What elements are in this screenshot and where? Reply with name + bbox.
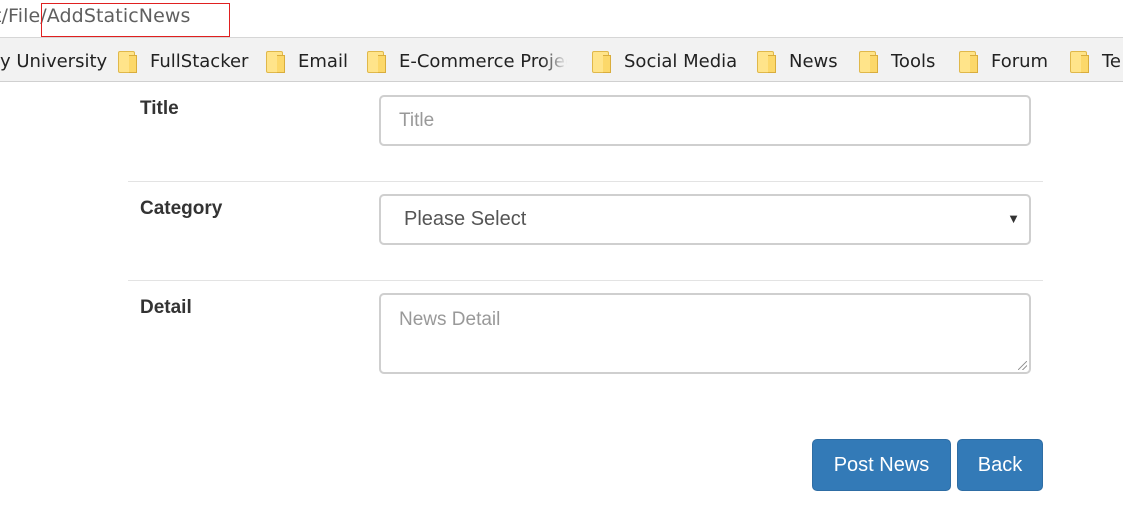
- bookmarks-bar: y University FullStacker Email E-Commerc…: [0, 37, 1123, 82]
- back-button[interactable]: Back: [957, 439, 1043, 491]
- bookmark-label: News: [789, 50, 838, 72]
- category-select[interactable]: Please Select ▼: [379, 194, 1031, 245]
- address-bar[interactable]: t/File/AddStaticNews: [0, 0, 1123, 37]
- resize-handle-icon[interactable]: [1018, 361, 1027, 370]
- folder-icon: [367, 51, 386, 73]
- folder-icon: [757, 51, 776, 73]
- post-news-button[interactable]: Post News: [812, 439, 951, 491]
- title-input[interactable]: Title: [379, 95, 1031, 146]
- bookmark-label: Te: [1102, 50, 1122, 72]
- bookmark-ecommerce[interactable]: E-Commerce Projec: [367, 49, 567, 73]
- title-placeholder: Title: [399, 109, 435, 131]
- bookmark-email[interactable]: Email: [266, 49, 348, 73]
- page: t/File/AddStaticNews y University FullSt…: [0, 0, 1123, 512]
- title-label: Title: [140, 98, 179, 119]
- detail-textarea[interactable]: News Detail: [379, 293, 1031, 374]
- row-divider: [128, 280, 1043, 281]
- folder-icon: [859, 51, 878, 73]
- bookmark-label: FullStacker: [150, 50, 249, 72]
- bookmark-label: y University: [0, 50, 108, 72]
- detail-label: Detail: [140, 297, 192, 318]
- category-label: Category: [140, 198, 223, 219]
- bookmark-university[interactable]: y University: [0, 49, 107, 73]
- folder-icon: [266, 51, 285, 73]
- folder-icon: [592, 51, 611, 73]
- bookmark-label: E-Commerce Projec: [399, 50, 567, 72]
- bookmark-fullstacker[interactable]: FullStacker: [118, 49, 248, 73]
- url-highlight-box: [41, 3, 230, 37]
- folder-icon: [118, 51, 137, 73]
- row-divider: [128, 181, 1043, 182]
- chevron-down-icon[interactable]: ▼: [1007, 211, 1020, 226]
- bookmark-te[interactable]: Te: [1070, 49, 1121, 73]
- folder-icon: [959, 51, 978, 73]
- bookmark-label: Email: [298, 50, 348, 72]
- folder-icon: [1070, 51, 1089, 73]
- detail-placeholder: News Detail: [399, 309, 501, 330]
- bookmark-social-media[interactable]: Social Media: [592, 49, 737, 73]
- bookmark-forum[interactable]: Forum: [959, 49, 1048, 73]
- bookmark-label: Social Media: [624, 50, 738, 72]
- bookmark-label: Tools: [891, 50, 936, 72]
- bookmark-label: Forum: [991, 50, 1049, 72]
- category-selected-value: Please Select: [404, 208, 527, 230]
- bookmark-tools[interactable]: Tools: [859, 49, 935, 73]
- bookmark-news[interactable]: News: [757, 49, 838, 73]
